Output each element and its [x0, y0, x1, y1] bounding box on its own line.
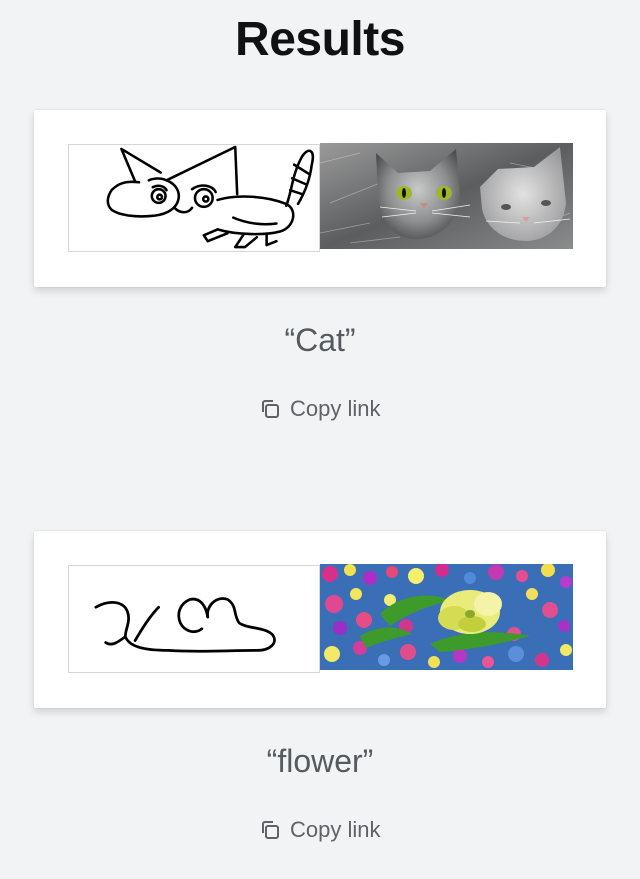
result-caption: “Cat” [284, 322, 356, 358]
generated-photo [320, 143, 573, 249]
sketch-image [68, 144, 320, 252]
result-card[interactable] [34, 110, 606, 287]
copy-link-label: Copy link [290, 396, 381, 421]
results-page: Results “Cat” Copy link “flower” Copy li… [0, 0, 640, 879]
copy-icon [262, 821, 279, 839]
flower-photo-image [320, 564, 573, 670]
copy-link-button[interactable]: Copy link [258, 394, 380, 424]
copy-icon [262, 400, 279, 418]
cat-sketch-drawing [106, 145, 315, 249]
result-card[interactable] [34, 531, 606, 708]
sketch-image [68, 565, 320, 673]
copy-link-button[interactable]: Copy link [258, 815, 380, 845]
flower-sketch-drawing [94, 597, 276, 653]
result-caption: “flower” [266, 743, 374, 779]
copy-link-label: Copy link [290, 817, 381, 842]
page-title: Results [235, 13, 405, 66]
generated-photo [320, 564, 573, 670]
cat-photo-image [320, 143, 573, 249]
